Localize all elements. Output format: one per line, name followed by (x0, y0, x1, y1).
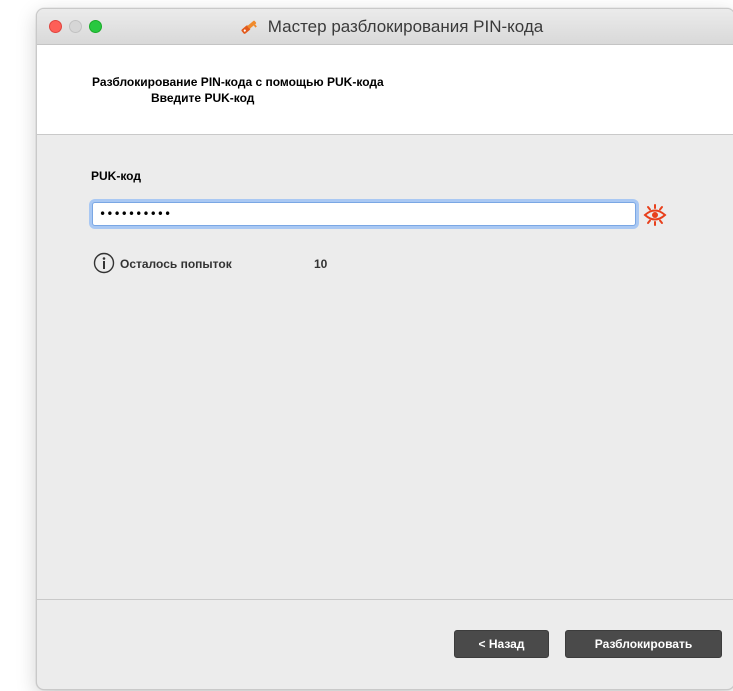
window-title: Мастер разблокирования PIN-кода (267, 17, 544, 36)
wizard-header: Разблокирование PIN-кода с помощью PUK-к… (37, 45, 733, 135)
attempts-remaining-value: 10 (314, 257, 328, 271)
footer-divider (37, 599, 733, 600)
eye-icon[interactable] (643, 204, 667, 226)
puk-field-label: PUK-код (91, 169, 141, 183)
back-button[interactable]: < Назад (454, 630, 549, 658)
window-title-area: Мастер разблокирования PIN-кода (37, 9, 733, 45)
key-icon (241, 20, 257, 34)
wizard-header-subtitle: Введите PUK-код (151, 91, 255, 105)
puk-input[interactable] (92, 202, 636, 226)
titlebar: Мастер разблокирования PIN-кода (37, 9, 733, 45)
attempts-remaining-label: Осталось попыток (120, 257, 232, 271)
unlock-wizard-window: Мастер разблокирования PIN-кода Разблоки… (36, 8, 733, 690)
info-icon (93, 252, 115, 274)
unlock-button[interactable]: Разблокировать (565, 630, 722, 658)
wizard-header-title: Разблокирование PIN-кода с помощью PUK-к… (92, 75, 384, 89)
